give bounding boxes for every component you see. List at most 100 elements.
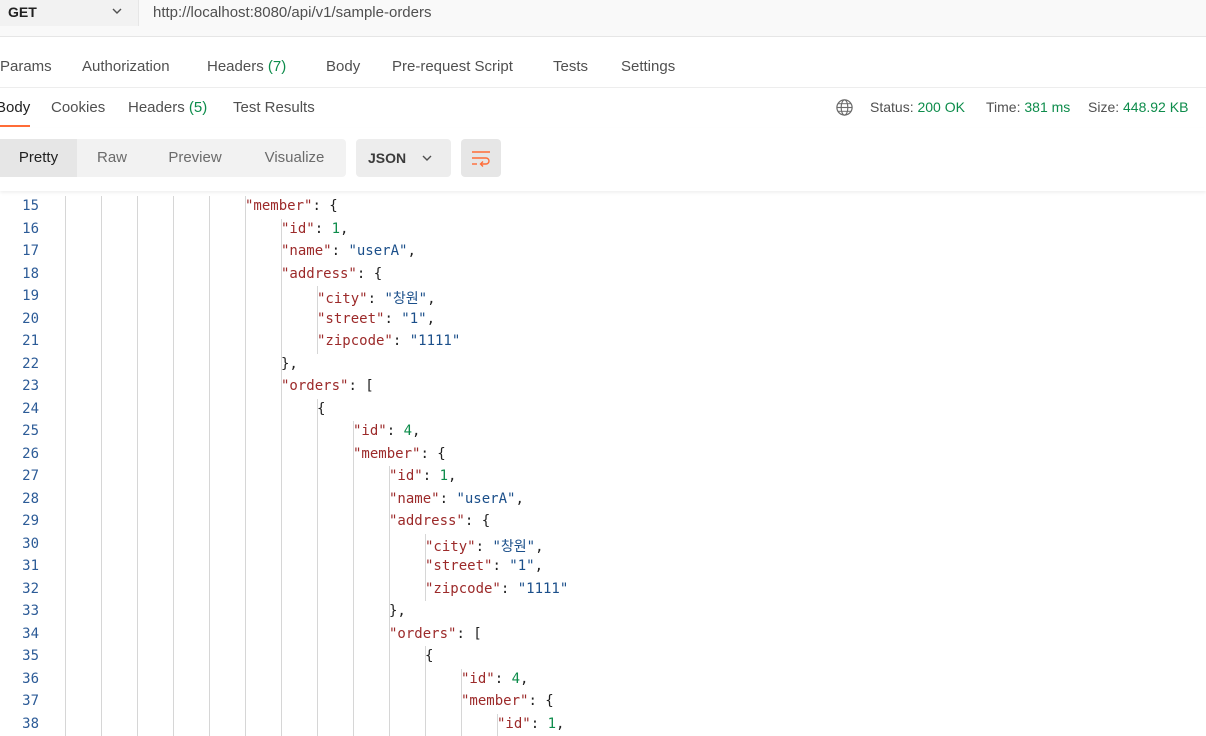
json-punctuation: :	[492, 558, 510, 574]
json-punctuation: : {	[356, 265, 383, 282]
wrap-lines-button[interactable]	[461, 139, 501, 177]
json-punctuation: ,	[448, 468, 457, 484]
tab-headers-label: Headers	[207, 58, 264, 75]
json-number: 4	[511, 670, 521, 687]
code-text: {	[317, 401, 325, 417]
code-text: "name": "userA",	[281, 243, 416, 259]
code-line: 38 "id": 1,	[0, 714, 1206, 736]
tab-settings[interactable]: Settings	[621, 58, 675, 75]
line-number: 31	[22, 558, 39, 574]
json-punctuation: :	[422, 468, 440, 484]
code-text: "street": "1",	[425, 558, 543, 574]
tab-params[interactable]: Params	[0, 58, 52, 75]
json-key: "name"	[281, 243, 332, 259]
active-tab-underline	[0, 125, 30, 127]
json-string: "창원"	[492, 538, 536, 555]
json-key: "street"	[317, 310, 385, 327]
json-key: "member"	[353, 445, 421, 462]
json-punctuation: ,	[427, 291, 436, 307]
code-text: "member": {	[245, 198, 338, 214]
code-text: "city": "창원",	[425, 536, 544, 556]
code-line: 17 "name": "userA",	[0, 241, 1206, 264]
line-number: 23	[22, 378, 39, 394]
json-punctuation: : {	[528, 693, 554, 709]
json-key: "street"	[425, 558, 493, 574]
code-text: "address": {	[281, 266, 382, 282]
tab-authorization[interactable]: Authorization	[82, 58, 170, 75]
code-line: 16 "id": 1,	[0, 219, 1206, 242]
json-string: "userA"	[456, 490, 516, 507]
code-text: {	[425, 648, 433, 664]
response-tab-test-results[interactable]: Test Results	[233, 99, 315, 116]
globe-icon[interactable]	[835, 98, 854, 117]
code-text: "id": 1,	[281, 221, 348, 237]
status-readout[interactable]: Status: 200 OK	[870, 99, 965, 115]
code-text: "city": "창원",	[317, 288, 436, 308]
line-number: 32	[22, 580, 39, 597]
code-text: "name": "userA",	[389, 491, 524, 507]
json-string: "창원"	[384, 291, 428, 307]
line-number: 28	[22, 490, 39, 507]
tab-tests[interactable]: Tests	[553, 58, 588, 75]
tab-headers[interactable]: Headers (7)	[207, 58, 286, 75]
tab-pre-request-script[interactable]: Pre-request Script	[392, 58, 513, 75]
line-number: 25	[22, 423, 39, 439]
json-key: "id"	[461, 670, 495, 687]
response-tab-headers-label: Headers	[128, 99, 185, 116]
code-line: 20 "street": "1",	[0, 309, 1206, 332]
code-line: 18 "address": {	[0, 264, 1206, 287]
method-select[interactable]: GET	[0, 0, 139, 26]
code-line: 33},	[0, 601, 1206, 624]
json-key: "member"	[461, 693, 529, 709]
json-punctuation: :	[392, 333, 410, 349]
line-number: 30	[22, 535, 39, 552]
response-toolbar: Pretty Raw Preview Visualize JSON	[0, 128, 1206, 191]
json-punctuation: ,	[426, 310, 436, 327]
json-key: "orders"	[281, 378, 349, 394]
response-headers-count: (5)	[188, 99, 208, 116]
json-punctuation: :	[439, 490, 457, 507]
line-number: 36	[22, 670, 39, 687]
response-tab-headers[interactable]: Headers (5)	[128, 99, 207, 116]
code-line: 22},	[0, 354, 1206, 377]
line-number: 37	[22, 693, 39, 709]
code-text: "orders": [	[281, 378, 374, 394]
line-number: 19	[22, 288, 39, 304]
status-label: Status:	[870, 99, 914, 115]
code-line: 30 "city": "창원",	[0, 534, 1206, 557]
code-line: 24 {	[0, 399, 1206, 422]
code-line: 19 "city": "창원",	[0, 286, 1206, 309]
line-number: 20	[22, 310, 39, 327]
view-visualize-button[interactable]: Visualize	[243, 139, 346, 177]
view-raw-button[interactable]: Raw	[77, 139, 147, 177]
format-label: JSON	[368, 150, 407, 166]
view-pretty-button[interactable]: Pretty	[0, 139, 77, 177]
code-text: "street": "1",	[317, 311, 435, 327]
tab-body[interactable]: Body	[326, 58, 360, 75]
view-mode-segmented-control: Pretty Raw Preview Visualize	[0, 139, 346, 177]
size-readout[interactable]: Size: 448.92 KB	[1088, 99, 1188, 115]
line-number: 17	[22, 243, 39, 259]
json-punctuation: :	[386, 423, 404, 439]
code-line: 28 "name": "userA",	[0, 489, 1206, 512]
time-readout[interactable]: Time: 381 ms	[986, 99, 1070, 115]
code-line: 27 "id": 1,	[0, 466, 1206, 489]
json-punctuation: : {	[312, 198, 338, 214]
json-punctuation: ,	[515, 490, 524, 507]
json-key: "id"	[353, 423, 387, 439]
json-punctuation: ,	[407, 243, 416, 259]
response-tab-cookies[interactable]: Cookies	[51, 99, 105, 116]
response-body-editor[interactable]: 15 "member": {16 "id": 1, 17 "name": "userA"…	[0, 196, 1206, 736]
response-tabs: Body Cookies Headers (5) Test Results St…	[0, 88, 1206, 128]
code-line: 37 "member": {	[0, 691, 1206, 714]
format-select[interactable]: JSON	[356, 139, 451, 177]
response-tab-body[interactable]: Body	[0, 99, 30, 116]
json-number: 1	[439, 468, 449, 484]
url-input[interactable]: http://localhost:8080/api/v1/sample-orde…	[153, 4, 432, 21]
json-key: "zipcode"	[317, 333, 393, 349]
json-punctuation: ,	[556, 715, 565, 732]
view-preview-button[interactable]: Preview	[147, 139, 243, 177]
request-tabs: Params Authorization Headers (7) Body Pr…	[0, 37, 1206, 88]
wrap-lines-icon	[472, 151, 490, 167]
code-line: 32 "zipcode": "1111"	[0, 579, 1206, 602]
